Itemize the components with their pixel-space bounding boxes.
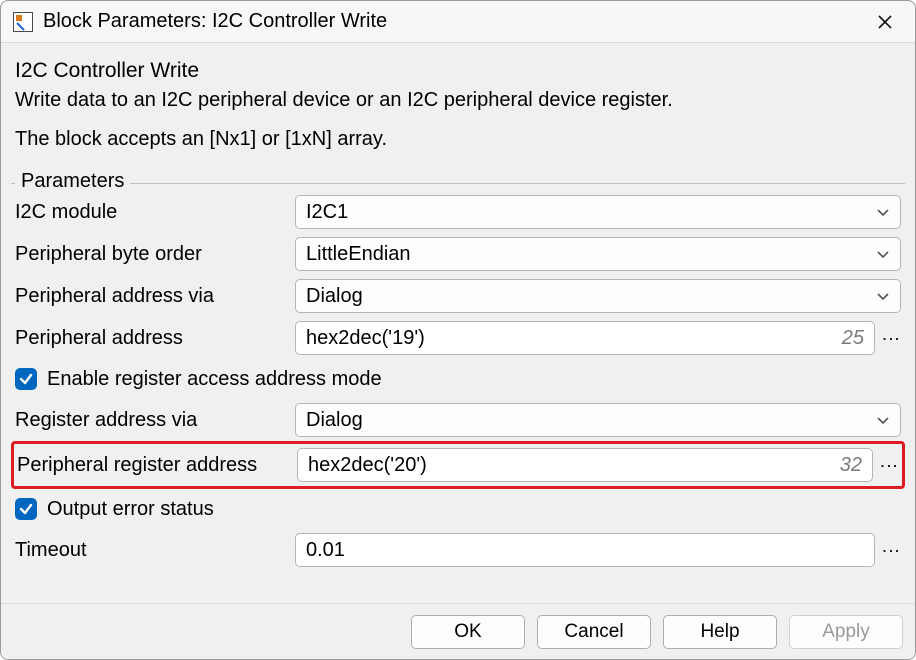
i2c-module-value: I2C1 (306, 201, 348, 224)
reg-addr-label: Peripheral register address (17, 454, 297, 477)
reg-addr-value: hex2dec('20') (308, 454, 427, 477)
ok-button[interactable]: OK (411, 615, 525, 649)
chevron-down-icon (876, 415, 890, 425)
help-button-label: Help (700, 621, 739, 643)
reg-addr-input[interactable]: hex2dec('20') 32 (297, 448, 873, 482)
app-icon (13, 12, 33, 32)
block-name: I2C Controller Write (15, 59, 901, 83)
enable-register-mode-checkbox[interactable] (15, 368, 37, 390)
cancel-button-label: Cancel (564, 621, 623, 643)
periph-addr-label: Peripheral address (15, 327, 295, 350)
group-divider (11, 183, 905, 184)
i2c-module-select[interactable]: I2C1 (295, 195, 901, 229)
vertical-ellipsis-icon: ⋮ (882, 542, 900, 558)
block-description: I2C Controller Write Write data to an I2… (9, 55, 907, 171)
chevron-down-icon (876, 207, 890, 217)
chevron-down-icon (876, 291, 890, 301)
vertical-ellipsis-icon: ⋮ (880, 457, 898, 473)
vertical-ellipsis-icon: ⋮ (882, 330, 900, 346)
apply-button[interactable]: Apply (789, 615, 903, 649)
apply-button-label: Apply (822, 621, 870, 643)
row-enable-register-mode: Enable register access address mode (9, 359, 907, 399)
chevron-down-icon (876, 249, 890, 259)
parameters-group-label: Parameters (15, 170, 130, 193)
enable-register-mode-label: Enable register access address mode (47, 368, 382, 391)
titlebar: Block Parameters: I2C Controller Write (1, 1, 915, 43)
output-error-status-label: Output error status (47, 498, 214, 521)
row-reg-addr-highlighted: Peripheral register address hex2dec('20'… (11, 441, 905, 489)
row-periph-addr-via: Peripheral address via Dialog (9, 275, 907, 317)
row-output-error-status: Output error status (9, 489, 907, 529)
dialog-button-bar: OK Cancel Help Apply (1, 603, 915, 659)
help-button[interactable]: Help (663, 615, 777, 649)
periph-addr-eval: 25 (832, 327, 864, 350)
reg-addr-more-button[interactable]: ⋮ (879, 448, 899, 482)
timeout-label: Timeout (15, 539, 295, 562)
reg-addr-via-label: Register address via (15, 409, 295, 432)
row-periph-addr: Peripheral address hex2dec('19') 25 ⋮ (9, 317, 907, 359)
byte-order-select[interactable]: LittleEndian (295, 237, 901, 271)
ok-button-label: OK (454, 621, 481, 643)
periph-addr-input[interactable]: hex2dec('19') 25 (295, 321, 875, 355)
dialog-window: Block Parameters: I2C Controller Write I… (0, 0, 916, 660)
periph-addr-value: hex2dec('19') (306, 327, 425, 350)
periph-addr-via-label: Peripheral address via (15, 285, 295, 308)
i2c-module-label: I2C module (15, 201, 295, 224)
row-byte-order: Peripheral byte order LittleEndian (9, 233, 907, 275)
reg-addr-via-select[interactable]: Dialog (295, 403, 901, 437)
row-reg-addr-via: Register address via Dialog (9, 399, 907, 441)
byte-order-label: Peripheral byte order (15, 243, 295, 266)
checkmark-icon (18, 371, 34, 387)
row-i2c-module: I2C module I2C1 (9, 191, 907, 233)
byte-order-value: LittleEndian (306, 243, 411, 266)
close-button[interactable] (867, 7, 903, 37)
parameters-group: Parameters I2C module I2C1 Peripheral by… (9, 175, 907, 603)
block-description-line2: The block accepts an [Nx1] or [1xN] arra… (15, 128, 901, 151)
dialog-body: I2C Controller Write Write data to an I2… (1, 43, 915, 603)
block-description-line1: Write data to an I2C peripheral device o… (15, 89, 901, 112)
periph-addr-via-select[interactable]: Dialog (295, 279, 901, 313)
periph-addr-via-value: Dialog (306, 285, 363, 308)
timeout-input[interactable]: 0.01 (295, 533, 875, 567)
output-error-status-checkbox[interactable] (15, 498, 37, 520)
reg-addr-via-value: Dialog (306, 409, 363, 432)
reg-addr-eval: 32 (830, 454, 862, 477)
row-timeout: Timeout 0.01 ⋮ (9, 529, 907, 571)
timeout-more-button[interactable]: ⋮ (881, 533, 901, 567)
checkmark-icon (18, 501, 34, 517)
cancel-button[interactable]: Cancel (537, 615, 651, 649)
periph-addr-more-button[interactable]: ⋮ (881, 321, 901, 355)
timeout-value: 0.01 (306, 539, 345, 562)
close-icon (877, 14, 893, 30)
window-title: Block Parameters: I2C Controller Write (43, 10, 867, 33)
